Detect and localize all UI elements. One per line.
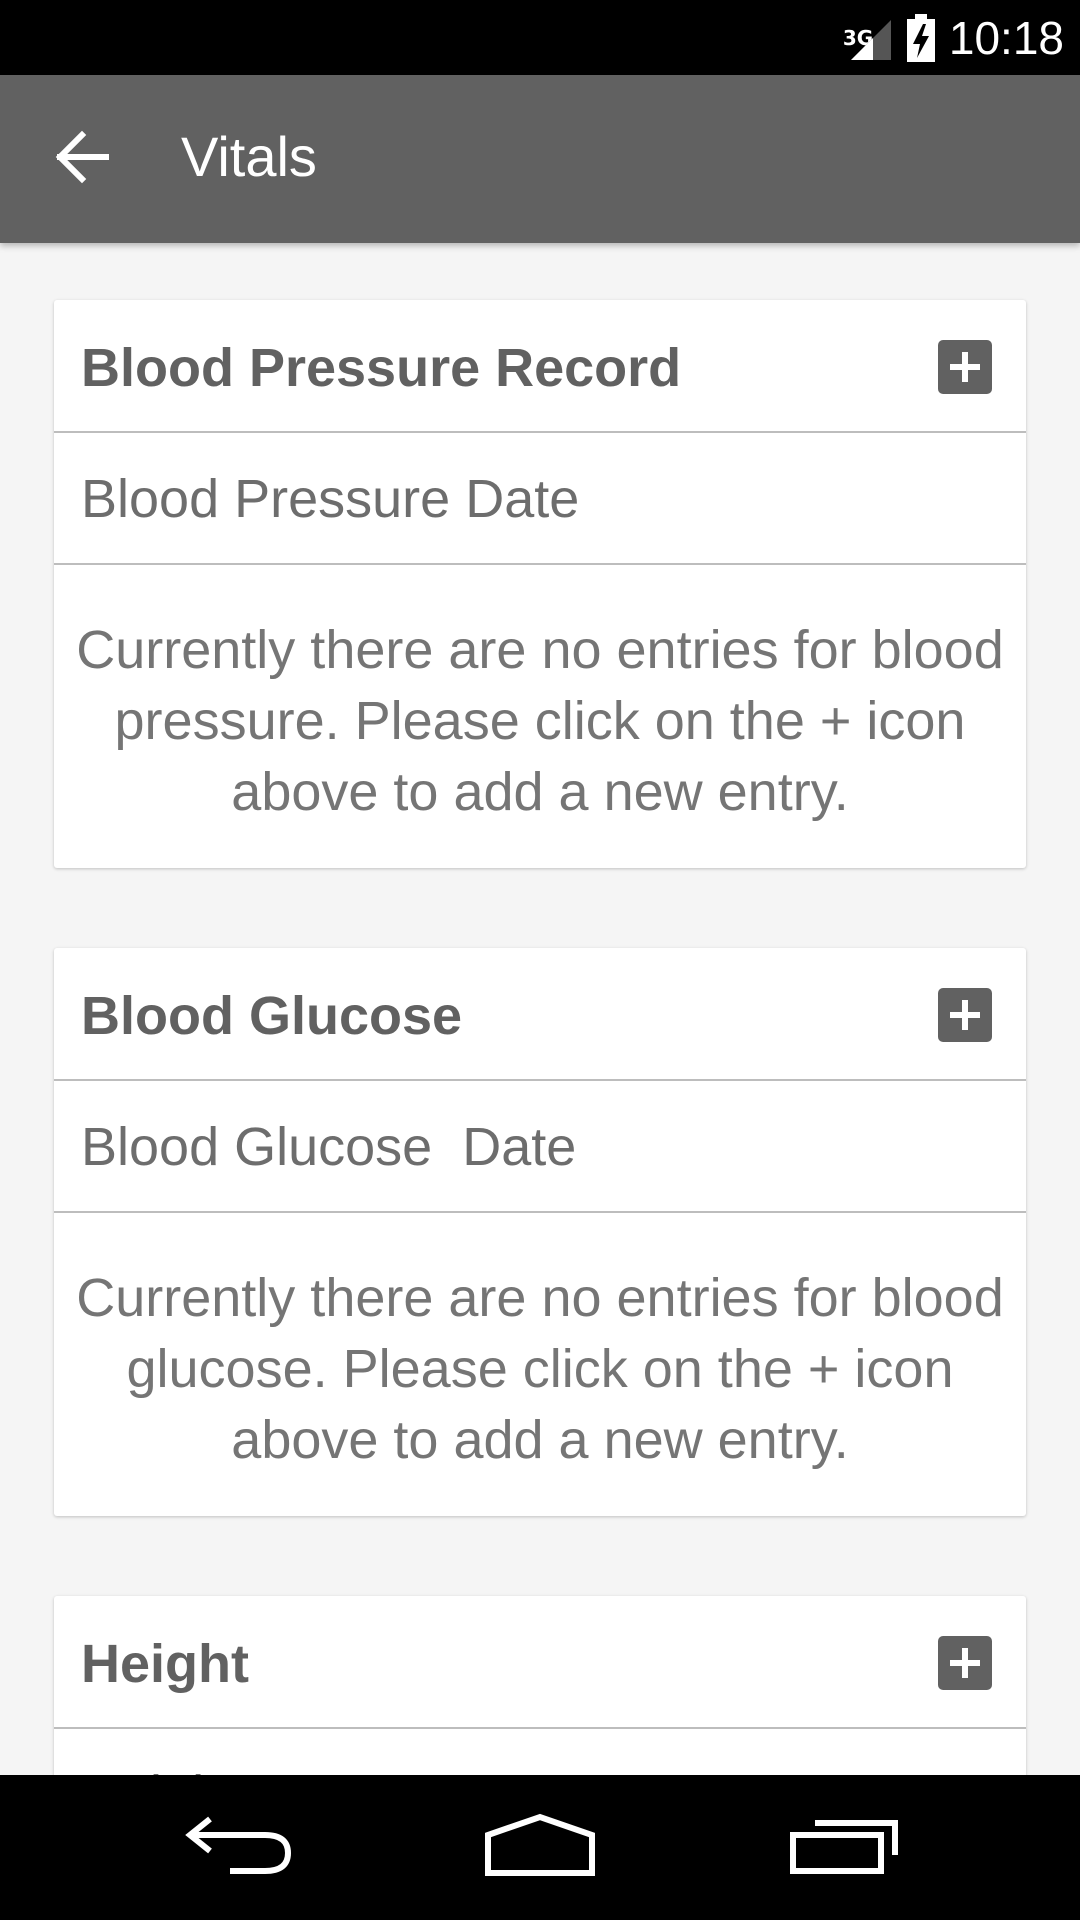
card-column-header: Blood Glucose Date: [54, 1081, 1026, 1213]
card-header: Blood Glucose: [54, 948, 1026, 1081]
card-header: Blood Pressure Record: [54, 300, 1026, 433]
card-column-header: Height Date: [54, 1729, 1026, 1775]
card-title: Blood Glucose: [81, 986, 463, 1046]
vitals-list[interactable]: Blood Pressure Record Blood Pressure Dat…: [0, 243, 1080, 1775]
blood-pressure-card: Blood Pressure Record Blood Pressure Dat…: [54, 300, 1026, 868]
status-clock: 10:18: [948, 11, 1064, 64]
card-header: Height: [54, 1596, 1026, 1729]
status-bar: 3G 10:18: [0, 0, 1080, 75]
nav-home-icon[interactable]: [470, 1805, 610, 1890]
plus-box-icon[interactable]: [938, 1636, 992, 1690]
column-header-label: Height Date: [81, 1763, 561, 1775]
nav-recents-icon[interactable]: [775, 1805, 915, 1890]
card-title: Height: [81, 1634, 249, 1694]
column-header-label: Blood Pressure Date: [81, 469, 580, 529]
empty-message: Currently there are no entries for blood…: [76, 1268, 1004, 1470]
plus-box-icon[interactable]: [938, 340, 992, 394]
signal-icon: 3G: [843, 14, 893, 62]
system-nav-bar: [0, 1775, 1080, 1920]
plus-box-icon[interactable]: [938, 988, 992, 1042]
card-title: Blood Pressure Record: [81, 338, 682, 398]
column-header-label: Blood Glucose Date: [81, 1117, 577, 1177]
nav-back-icon[interactable]: [170, 1805, 310, 1890]
page-title: Vitals: [181, 125, 317, 188]
battery-icon: [906, 13, 935, 62]
status-icons: 3G 10:18: [843, 0, 1064, 75]
arrow-back-icon[interactable]: [52, 125, 116, 189]
height-card: Height Height Date: [54, 1596, 1026, 1775]
blood-glucose-card: Blood Glucose Blood Glucose Date Current…: [54, 948, 1026, 1516]
app-bar: Vitals: [0, 75, 1080, 243]
card-column-header: Blood Pressure Date: [54, 433, 1026, 565]
empty-message: Currently there are no entries for blood…: [76, 620, 1004, 822]
